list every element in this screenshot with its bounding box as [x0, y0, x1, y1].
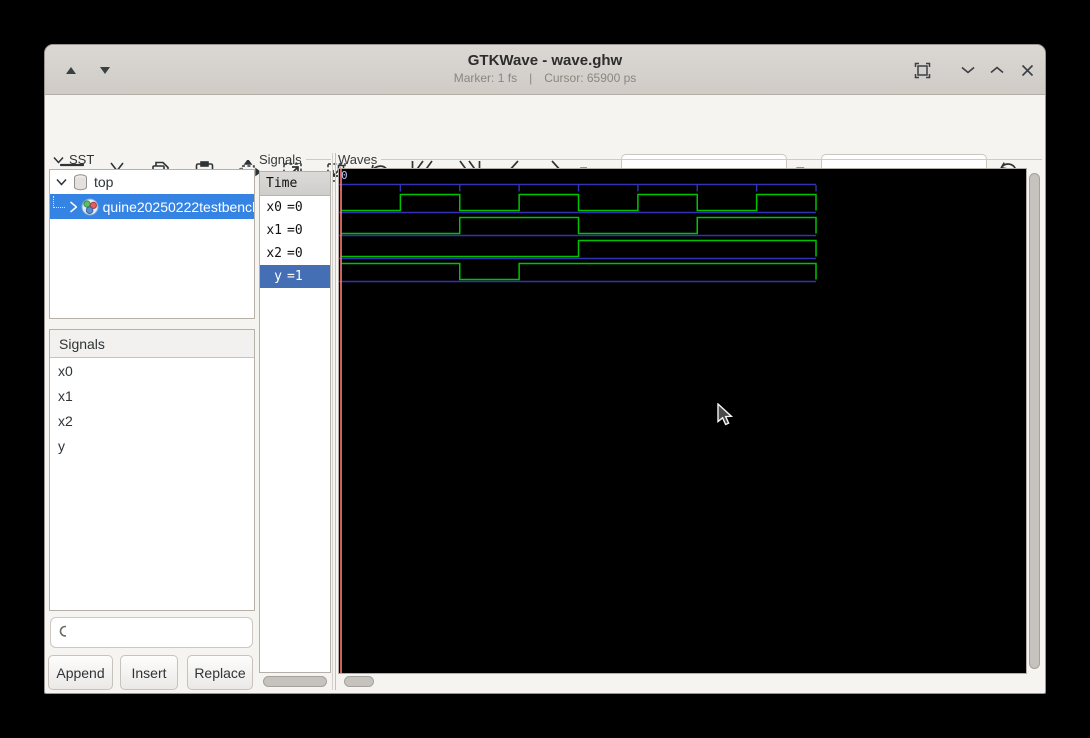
- tree-item-testbench[interactable]: quine20250222testbench: [50, 194, 254, 219]
- expander-right-icon: [69, 200, 78, 213]
- time-header[interactable]: Time: [260, 172, 330, 196]
- toolbar: From: To:: [45, 95, 1045, 191]
- signal-name: x0: [266, 200, 282, 215]
- sst-tree: top quine20250222testbench: [49, 169, 255, 319]
- titlebar[interactable]: GTKWave - wave.ghw Marker: 1 fs | Cursor: …: [45, 45, 1045, 95]
- minimize-button[interactable]: [954, 57, 982, 83]
- gtkwave-window: GTKWave - wave.ghw Marker: 1 fs | Cursor: …: [44, 44, 1046, 694]
- values-label-text: Signals: [259, 152, 302, 167]
- signal-list-item-y[interactable]: y: [50, 433, 254, 458]
- signal-list-item-x0[interactable]: x0: [50, 358, 254, 383]
- signal-name: x2: [266, 246, 282, 261]
- module-icon: [81, 198, 99, 215]
- search-icon: [59, 625, 66, 637]
- title-area: GTKWave - wave.ghw Marker: 1 fs | Cursor: …: [45, 45, 1045, 85]
- close-icon: [1021, 64, 1033, 76]
- search-input[interactable]: [72, 619, 252, 646]
- signal-value: =1: [287, 269, 303, 284]
- signal-value: =0: [287, 246, 303, 261]
- signal-name: y: [274, 269, 282, 284]
- values-hscrollbar[interactable]: [259, 676, 331, 688]
- database-icon: [74, 173, 87, 190]
- chevron-up-icon: [990, 66, 1004, 74]
- waves-hscrollbar-thumb[interactable]: [344, 676, 374, 687]
- tree-connector: [53, 195, 65, 208]
- window-status: Marker: 1 fs | Cursor: 65900 ps: [45, 71, 1045, 85]
- sst-expander[interactable]: SST: [53, 152, 94, 167]
- values-hscrollbar-thumb[interactable]: [263, 676, 327, 687]
- tree-item-label: top: [94, 174, 114, 190]
- tree-item-label: quine20250222testbench: [102, 198, 254, 215]
- append-button[interactable]: Append: [48, 655, 113, 690]
- signal-name: x1: [266, 223, 282, 238]
- waves-vscrollbar-thumb[interactable]: [1029, 173, 1040, 669]
- cursor-status: Cursor: 65900 ps: [544, 71, 637, 85]
- marker-status: Marker: 1 fs: [453, 71, 518, 85]
- signal-value: =0: [287, 200, 303, 215]
- window-title: GTKWave - wave.ghw: [467, 52, 623, 69]
- values-panel: Time x0 =0 x1 =0 x2 =0 y =1: [259, 171, 331, 673]
- close-button[interactable]: [1013, 57, 1041, 83]
- maximize-button[interactable]: [983, 57, 1011, 83]
- chevron-down-icon: [961, 66, 975, 74]
- expander-down-icon: [56, 178, 67, 186]
- waveform-plot: [339, 169, 817, 673]
- expander-down-icon: [53, 156, 64, 164]
- insert-button[interactable]: Insert: [120, 655, 178, 690]
- tree-item-top[interactable]: top: [50, 170, 254, 194]
- signal-list-item-x1[interactable]: x1: [50, 383, 254, 408]
- mouse-cursor: [717, 403, 734, 426]
- sst-label: SST: [69, 152, 95, 167]
- signals-list-panel: Signals x0 x1 x2 y: [49, 329, 255, 611]
- signal-value: =0: [287, 223, 303, 238]
- timeline-origin-label: 0: [341, 169, 348, 182]
- replace-button[interactable]: Replace: [187, 655, 253, 690]
- fullscreen-button[interactable]: [908, 57, 936, 83]
- pane-separator[interactable]: [332, 153, 336, 690]
- value-row-x1[interactable]: x1 =0: [260, 219, 330, 242]
- signal-list-item-x2[interactable]: x2: [50, 408, 254, 433]
- value-row-y[interactable]: y =1: [260, 265, 330, 288]
- status-divider: |: [529, 71, 533, 85]
- waves-vscrollbar[interactable]: [1027, 171, 1043, 673]
- values-frame-label: Signals: [259, 152, 331, 167]
- fullscreen-icon: [914, 62, 930, 78]
- waves-frame-label: Waves: [338, 152, 1042, 167]
- wave-canvas[interactable]: 0: [338, 168, 1027, 674]
- value-row-x2[interactable]: x2 =0: [260, 242, 330, 265]
- value-row-x0[interactable]: x0 =0: [260, 196, 330, 219]
- signals-list-header: Signals: [50, 330, 254, 358]
- waves-hscrollbar[interactable]: [337, 676, 1042, 688]
- signal-search[interactable]: [50, 617, 253, 648]
- waves-label-text: Waves: [338, 152, 378, 167]
